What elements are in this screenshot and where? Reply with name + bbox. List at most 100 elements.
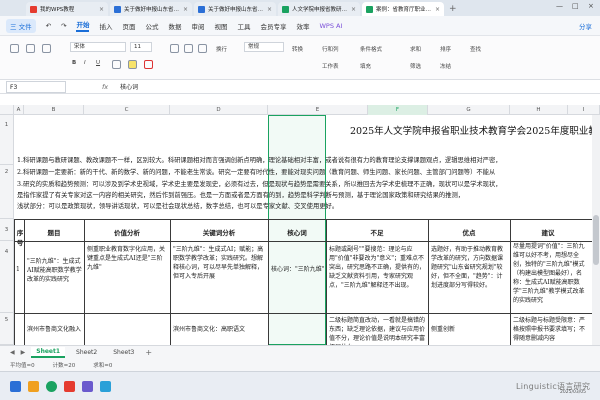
header-suggestion[interactable]: 建议 (510, 227, 586, 237)
app-icon[interactable] (100, 381, 111, 392)
column-header-e[interactable]: E (268, 105, 368, 115)
browser-tab[interactable]: 关于做好申报山东省职业教 × (110, 2, 192, 16)
bold-button[interactable]: B (72, 60, 76, 66)
number-format-select[interactable]: 常规 (244, 42, 284, 52)
formula-input[interactable]: 核心词 (120, 82, 138, 91)
italic-button[interactable]: I (84, 60, 86, 66)
column-header-c[interactable]: C (84, 105, 170, 115)
menu-tools[interactable]: 工具 (237, 21, 250, 31)
menu-page[interactable]: 页面 (122, 21, 135, 31)
row4-weakness[interactable]: 标题或副号""要搜范：理论与应用"价值"非要改为"意义"；重难点不突出，研究思路… (329, 245, 426, 290)
row-header-3[interactable]: 3 (0, 219, 14, 241)
sort-button[interactable]: 排序 (440, 45, 451, 53)
browser-tab[interactable]: 关于做好申报山东省职业技 × (194, 2, 276, 16)
wps-taskbar-icon[interactable] (64, 381, 75, 392)
row4-value-analysis[interactable]: 侧重职业教育数字化应用，关键重点是生成式AI还是"三阶九维" (87, 245, 168, 272)
browser-tab-active[interactable]: 案例：省教育厅职业教育人工 × (362, 2, 444, 16)
menu-review[interactable]: 审阅 (191, 21, 204, 31)
align-center-icon[interactable] (184, 44, 193, 53)
new-tab-button[interactable]: + (449, 2, 457, 16)
column-header-d[interactable]: D (170, 105, 268, 115)
column-header-f[interactable]: F (368, 105, 428, 115)
intro-line-4[interactable]: 是指作家提了有关专家对这一内容的相关研究，然后作到前强压。也是一方面或者是方面有… (17, 190, 464, 199)
intro-line-2[interactable]: 2.科研课题一定要新：新的干代、新的数学、新的问题，不能老生常谈。研究一定要有时… (17, 167, 495, 176)
menu-home[interactable]: 开始 (76, 19, 90, 32)
menu-formula[interactable]: 公式 (145, 21, 158, 31)
column-header-h[interactable]: H (510, 105, 568, 115)
rows-cols-button[interactable]: 行和列 (322, 45, 339, 53)
close-icon[interactable]: × (99, 6, 104, 13)
sheet-tab-3[interactable]: Sheet3 (108, 348, 139, 357)
fill-button[interactable]: 填充 (360, 62, 371, 70)
intro-line-5[interactable]: 浅状部分：可以是政策现状，领导讲话现状，可以是社会现状总结，数字总结，也可以是专… (17, 201, 338, 210)
align-left-icon[interactable] (170, 44, 179, 53)
header-weakness[interactable]: 不足 (326, 227, 428, 237)
cell-reference-box[interactable]: F3 (6, 80, 66, 93)
row4-number[interactable]: 1 (16, 265, 24, 274)
underline-button[interactable]: U (96, 60, 100, 66)
start-menu-icon[interactable] (10, 381, 21, 392)
close-icon[interactable]: × (267, 6, 272, 13)
undo-icon[interactable]: ↶ (46, 22, 51, 30)
file-menu[interactable]: 三 文件 (6, 18, 36, 33)
row5-weakness[interactable]: 二级标题简直改动，一看就是搞错的东西；缺乏理论依据，建议与应用价值不分，理论价值… (329, 316, 426, 345)
row5-strength[interactable]: 侧重创新 (431, 325, 508, 334)
close-icon[interactable]: × (351, 6, 356, 13)
wrap-text-button[interactable]: 换行 (216, 45, 227, 53)
prev-sheet-icon[interactable]: ◀ (10, 349, 15, 356)
menu-view[interactable]: 视图 (214, 21, 227, 31)
header-core-word[interactable]: 核心词 (268, 227, 326, 237)
next-sheet-icon[interactable]: ▶ (21, 349, 26, 356)
sheet-tab-1[interactable]: Sheet1 (31, 347, 66, 358)
filter-button[interactable]: 筛选 (410, 62, 421, 70)
header-keyword-analysis[interactable]: 关键词分析 (170, 227, 268, 237)
font-size-select[interactable]: 11 (130, 42, 152, 52)
intro-line-1[interactable]: 1.科研课题与教研课题、教改课题不一样，区别较大。科研课题相对而言强调创新点明确… (17, 155, 502, 164)
browser-icon[interactable] (46, 381, 57, 392)
paste-icon[interactable] (10, 44, 19, 53)
share-button[interactable]: 分享 (579, 21, 592, 31)
fill-color-icon[interactable] (128, 60, 137, 69)
row-header-2[interactable]: 2 (0, 165, 14, 219)
close-icon[interactable]: × (435, 6, 440, 13)
menu-member[interactable]: 会员专享 (260, 21, 286, 31)
intro-line-3[interactable]: 3.研究的实质和趋势预测：可以涉及到学术史视域，学术史主要是发现史，必须有过去，… (17, 179, 502, 188)
find-button[interactable]: 查找 (470, 45, 481, 53)
row4-suggestion[interactable]: 尽量用提词"价值"：三阶九维可以好不考，用想尽全创，独特的"三阶九维"模式（构建… (513, 242, 586, 312)
row4-keyword-analysis[interactable]: "三阶九维"：生成式AI；赋能；高职数学教学改革；实践研究。想解释核心词，可以尽… (173, 245, 266, 281)
row4-core-word[interactable]: 核心词："三阶九维" (271, 265, 325, 274)
fx-icon[interactable]: fx (102, 83, 108, 91)
column-header-g[interactable]: G (428, 105, 510, 115)
redo-icon[interactable]: ↷ (61, 22, 66, 30)
menu-data[interactable]: 数据 (168, 21, 181, 31)
row5-suggestion[interactable]: 二级标题与标题受限意：严格按照申报书要求填写；不得随意删减内容 (513, 316, 586, 345)
cut-icon[interactable] (26, 44, 35, 53)
header-title[interactable]: 题目 (24, 227, 84, 237)
worksheet-button[interactable]: 工作表 (322, 62, 339, 70)
vertical-scrollbar[interactable] (592, 115, 600, 345)
freeze-button[interactable]: 冻结 (440, 62, 451, 70)
row5-title[interactable]: 滨州市鲁商文化融入 (27, 325, 83, 334)
format-painter-icon[interactable] (42, 44, 51, 53)
row-header-1[interactable]: 1 (0, 115, 14, 165)
column-header-b[interactable]: B (24, 105, 84, 115)
font-name-select[interactable]: 宋体 (70, 42, 126, 52)
wps-ai-button[interactable]: WPS AI (319, 22, 342, 30)
conditional-format-button[interactable]: 条件格式 (360, 45, 382, 53)
app-icon[interactable] (82, 381, 93, 392)
border-icon[interactable] (112, 60, 121, 69)
font-color-icon[interactable] (144, 60, 153, 69)
close-window-icon[interactable]: × (588, 2, 594, 10)
browser-tab[interactable]: 人文学院申报省教研项目 × (278, 2, 360, 16)
minimize-icon[interactable]: — (556, 2, 563, 10)
maximize-icon[interactable]: □ (572, 2, 579, 10)
row4-title[interactable]: "三阶九维"：生成式AI赋能高职数学教学改革的实践研究 (27, 257, 83, 284)
column-header-a[interactable]: A (14, 105, 24, 115)
row-header-5[interactable]: 5 (0, 313, 14, 345)
sum-button[interactable]: 求和 (410, 45, 421, 53)
menu-insert[interactable]: 插入 (99, 21, 112, 31)
row-header-4[interactable]: 4 (0, 241, 14, 313)
align-right-icon[interactable] (198, 44, 207, 53)
file-explorer-icon[interactable] (28, 381, 39, 392)
header-strength[interactable]: 优点 (428, 227, 510, 237)
